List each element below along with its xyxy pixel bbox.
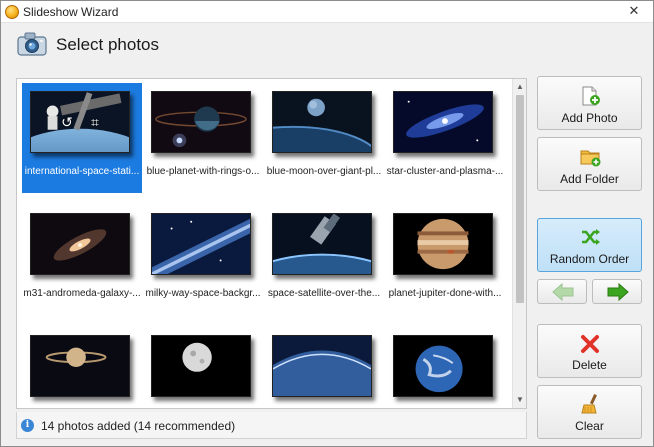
add-photo-button[interactable]: Add Photo	[537, 76, 642, 130]
photo-grid: ↺ ⌗ international-space-stati... blue-pl…	[17, 79, 513, 408]
scrollbar-thumb[interactable]	[516, 95, 524, 303]
delete-button[interactable]: Delete	[537, 324, 642, 378]
photo-thumbnail	[151, 335, 251, 397]
title-bar: Slideshow Wizard ✕	[1, 1, 653, 23]
photo-item[interactable]: planet-jupiter-done-with...	[385, 205, 505, 315]
photo-thumbnail	[30, 213, 130, 275]
photo-item[interactable]	[143, 327, 263, 408]
photo-thumbnail	[272, 213, 372, 275]
add-folder-button[interactable]: Add Folder	[537, 137, 642, 191]
photo-list-panel[interactable]: ↺ ⌗ international-space-stati... blue-pl…	[16, 78, 527, 409]
photo-thumbnail	[151, 91, 251, 153]
add-folder-label: Add Folder	[560, 172, 619, 186]
status-bar: i 14 photos added (14 recommended)	[16, 412, 527, 439]
shuffle-icon	[582, 229, 600, 245]
photo-caption: m31-andromeda-galaxy-...	[23, 288, 141, 299]
photo-item[interactable]: milky-way-space-backgr...	[143, 205, 263, 315]
photo-thumbnail	[393, 335, 493, 397]
photo-item[interactable]	[264, 327, 384, 408]
close-button[interactable]: ✕	[625, 3, 643, 19]
arrow-right-icon	[607, 283, 629, 301]
scroll-down-icon[interactable]: ▼	[513, 393, 526, 407]
photo-caption: space-satellite-over-the...	[267, 288, 381, 299]
random-order-button[interactable]: Random Order	[537, 218, 642, 272]
add-folder-icon	[580, 150, 601, 167]
app-icon	[5, 5, 19, 19]
photo-thumbnail	[30, 335, 130, 397]
photo-caption: blue-moon-over-giant-pl...	[266, 166, 382, 177]
move-right-button[interactable]	[592, 279, 642, 304]
photo-thumbnail	[151, 213, 251, 275]
crop-icon[interactable]: ⌗	[85, 112, 105, 132]
add-photo-label: Add Photo	[561, 111, 618, 125]
photo-item[interactable]: space-satellite-over-the...	[264, 205, 384, 315]
delete-label: Delete	[572, 358, 607, 372]
photo-item[interactable]: blue-moon-over-giant-pl...	[264, 83, 384, 193]
random-order-label: Random Order	[549, 252, 630, 266]
photo-caption: star-cluster-and-plasma-...	[386, 166, 504, 177]
clear-label: Clear	[575, 419, 604, 433]
photo-item[interactable]	[385, 327, 505, 408]
arrow-left-icon	[552, 283, 574, 301]
photo-thumbnail	[272, 335, 372, 397]
photo-item[interactable]: star-cluster-and-plasma-...	[385, 83, 505, 193]
photo-caption: planet-jupiter-done-with...	[388, 288, 502, 299]
clear-button[interactable]: Clear	[537, 385, 642, 439]
photo-item[interactable]: blue-planet-with-rings-o...	[143, 83, 263, 193]
delete-icon	[581, 335, 599, 353]
photo-item[interactable]: ↺ ⌗ international-space-stati...	[22, 83, 142, 193]
rotate-icon[interactable]: ↺	[57, 112, 77, 132]
photo-caption: international-space-stati...	[24, 166, 140, 177]
add-photo-icon	[582, 86, 600, 106]
photo-thumbnail	[393, 91, 493, 153]
status-text: 14 photos added (14 recommended)	[41, 419, 236, 433]
photo-thumbnail	[272, 91, 372, 153]
move-left-button[interactable]	[537, 279, 587, 304]
photo-caption: milky-way-space-backgr...	[145, 288, 261, 299]
photo-thumbnail	[393, 213, 493, 275]
photo-item[interactable]: m31-andromeda-galaxy-...	[22, 205, 142, 315]
wizard-header: Select photos	[1, 24, 653, 68]
info-icon: i	[21, 419, 34, 432]
camera-icon	[16, 30, 48, 58]
vertical-scrollbar[interactable]: ▲ ▼	[512, 79, 526, 408]
window-title: Slideshow Wizard	[23, 5, 119, 19]
scroll-up-icon[interactable]: ▲	[513, 80, 526, 94]
photo-caption: blue-planet-with-rings-o...	[146, 166, 260, 177]
page-title: Select photos	[56, 35, 160, 54]
photo-thumbnail: ↺ ⌗	[30, 91, 130, 153]
photo-item[interactable]	[22, 327, 142, 408]
slideshow-wizard-window: Slideshow Wizard ✕ Select photos ↺ ⌗ int…	[0, 0, 654, 447]
broom-icon	[581, 394, 597, 414]
